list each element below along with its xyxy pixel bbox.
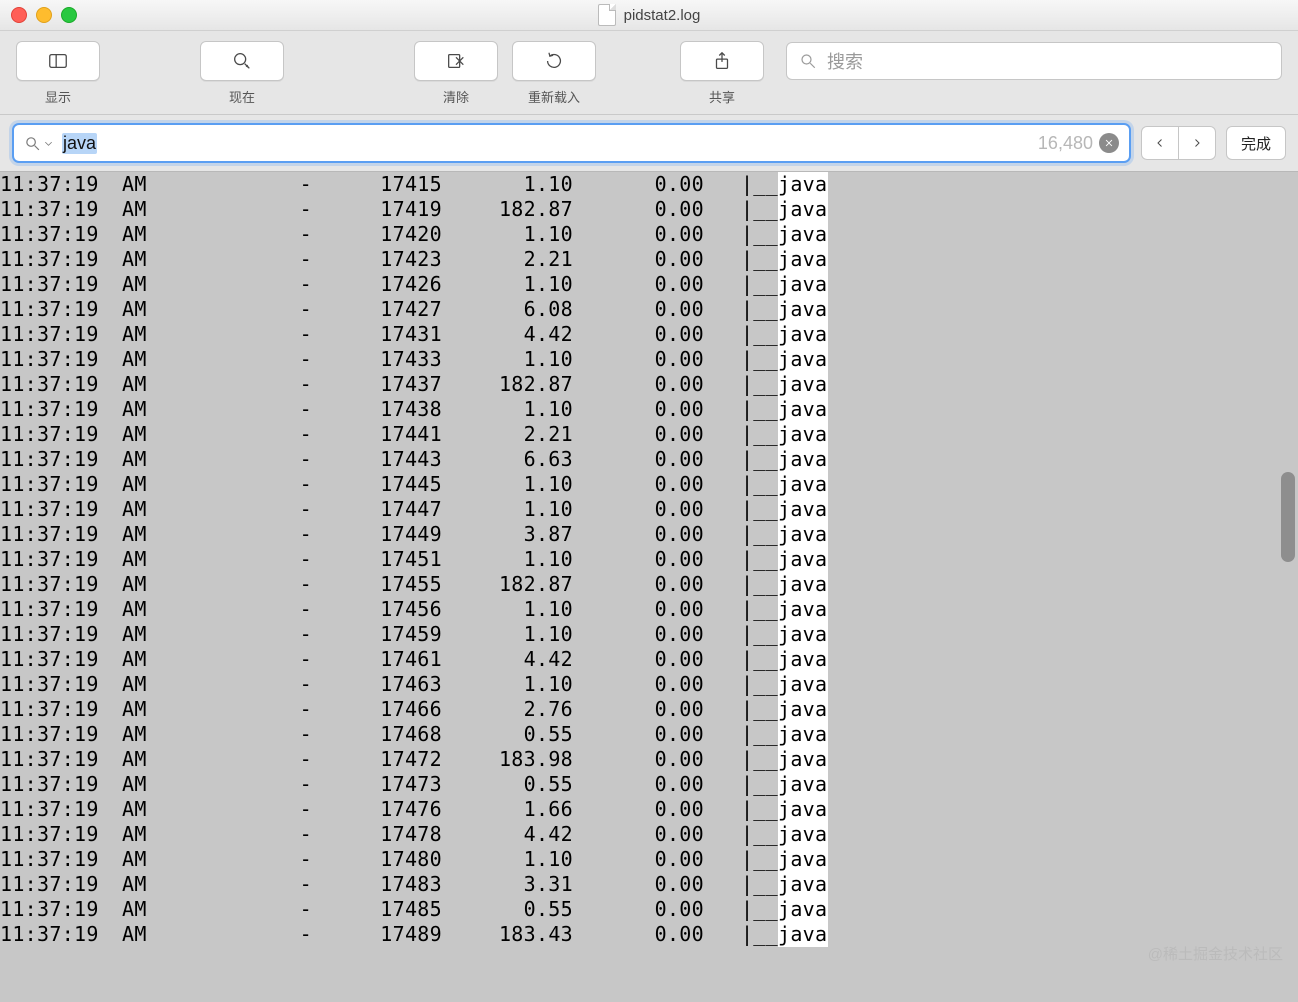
find-prev-button[interactable] [1141, 126, 1179, 160]
share-button[interactable] [680, 41, 764, 81]
clear-button[interactable] [414, 41, 498, 81]
log-row: 11:37:19AM-174151.100.00 |__java [0, 172, 1297, 197]
traffic-lights [11, 7, 77, 23]
watermark: @稀土掘金技术社区 [1148, 943, 1283, 964]
log-row: 11:37:19AM-17472183.980.00 |__java [0, 747, 1297, 772]
window: pidstat2.log 显示 现在 清除 [0, 0, 1298, 1002]
global-search: 搜索 [786, 41, 1282, 80]
log-row: 11:37:19AM-174784.420.00 |__java [0, 822, 1297, 847]
sidebar-icon [47, 50, 69, 72]
log-row: 11:37:19AM-174511.100.00 |__java [0, 547, 1297, 572]
toolbar-now-group: 现在 [200, 41, 284, 106]
done-label: 完成 [1241, 133, 1271, 154]
log-rows: 11:37:19AM-174151.100.00 |__java11:37:19… [0, 172, 1297, 947]
show-sidebar-button[interactable] [16, 41, 100, 81]
clear-find-button[interactable] [1099, 133, 1119, 153]
scroll-to-now-icon [231, 50, 253, 72]
log-row: 11:37:19AM-174833.310.00 |__java [0, 872, 1297, 897]
reload-button[interactable] [512, 41, 596, 81]
find-search-icon [24, 135, 41, 152]
minimize-window-button[interactable] [36, 7, 52, 23]
log-row: 11:37:19AM-174493.870.00 |__java [0, 522, 1297, 547]
search-icon [799, 52, 817, 70]
log-row: 11:37:19AM-174662.760.00 |__java [0, 697, 1297, 722]
find-done-button[interactable]: 完成 [1226, 126, 1286, 160]
log-row: 11:37:19AM-174436.630.00 |__java [0, 447, 1297, 472]
log-row: 11:37:19AM-174761.660.00 |__java [0, 797, 1297, 822]
log-row: 11:37:19AM-17437182.870.00 |__java [0, 372, 1297, 397]
log-row: 11:37:19AM-174561.100.00 |__java [0, 597, 1297, 622]
chevron-right-icon [1191, 137, 1203, 149]
log-content[interactable]: 11:37:19AM-174151.100.00 |__java11:37:19… [0, 172, 1298, 1002]
find-nav-buttons [1141, 126, 1216, 160]
log-row: 11:37:19AM-174451.100.00 |__java [0, 472, 1297, 497]
toolbar-clear-group: 清除 [414, 41, 498, 106]
toolbar-show-group: 显示 [16, 41, 100, 106]
reload-icon [543, 50, 565, 72]
now-label: 现在 [229, 87, 255, 106]
log-row: 11:37:19AM-174471.100.00 |__java [0, 497, 1297, 522]
chevron-left-icon [1154, 137, 1166, 149]
log-row: 11:37:19AM-174232.210.00 |__java [0, 247, 1297, 272]
share-icon [711, 50, 733, 72]
find-bar: java 16,480 完成 [0, 115, 1298, 172]
log-row: 11:37:19AM-17455182.870.00 |__java [0, 572, 1297, 597]
share-label: 共享 [709, 87, 735, 106]
log-row: 11:37:19AM-174801.100.00 |__java [0, 847, 1297, 872]
log-row: 11:37:19AM-17489183.430.00 |__java [0, 922, 1297, 947]
log-row: 11:37:19AM-174850.550.00 |__java [0, 897, 1297, 922]
log-row: 11:37:19AM-174314.420.00 |__java [0, 322, 1297, 347]
maximize-window-button[interactable] [61, 7, 77, 23]
title-center: pidstat2.log [0, 4, 1298, 26]
find-field[interactable]: java 16,480 [12, 123, 1131, 163]
toolbar-share-group: 共享 [680, 41, 764, 106]
document-icon [598, 4, 616, 26]
clear-label: 清除 [443, 87, 469, 106]
scrollbar-thumb[interactable] [1281, 472, 1295, 562]
log-row: 11:37:19AM-174412.210.00 |__java [0, 422, 1297, 447]
find-result-count: 16,480 [1038, 133, 1093, 154]
log-row: 11:37:19AM-174614.420.00 |__java [0, 647, 1297, 672]
find-next-button[interactable] [1179, 126, 1216, 160]
global-search-input[interactable]: 搜索 [786, 42, 1282, 80]
show-label: 显示 [45, 87, 71, 106]
titlebar: pidstat2.log [0, 0, 1298, 31]
window-title: pidstat2.log [624, 7, 701, 24]
log-row: 11:37:19AM-17419182.870.00 |__java [0, 197, 1297, 222]
log-row: 11:37:19AM-174680.550.00 |__java [0, 722, 1297, 747]
reload-label: 重新载入 [528, 87, 580, 106]
chevron-down-icon[interactable] [43, 138, 54, 149]
toolbar: 显示 现在 清除 重新载入 [0, 31, 1298, 115]
clear-icon [445, 50, 467, 72]
log-row: 11:37:19AM-174381.100.00 |__java [0, 397, 1297, 422]
find-value: java [62, 133, 97, 154]
log-row: 11:37:19AM-174631.100.00 |__java [0, 672, 1297, 697]
x-icon [1104, 138, 1114, 148]
close-window-button[interactable] [11, 7, 27, 23]
global-search-placeholder: 搜索 [827, 48, 863, 74]
log-row: 11:37:19AM-174591.100.00 |__java [0, 622, 1297, 647]
now-button[interactable] [200, 41, 284, 81]
log-row: 11:37:19AM-174201.100.00 |__java [0, 222, 1297, 247]
scrollbar[interactable] [1281, 172, 1295, 1002]
log-row: 11:37:19AM-174331.100.00 |__java [0, 347, 1297, 372]
log-row: 11:37:19AM-174730.550.00 |__java [0, 772, 1297, 797]
log-row: 11:37:19AM-174276.080.00 |__java [0, 297, 1297, 322]
toolbar-reload-group: 重新载入 [512, 41, 596, 106]
log-row: 11:37:19AM-174261.100.00 |__java [0, 272, 1297, 297]
